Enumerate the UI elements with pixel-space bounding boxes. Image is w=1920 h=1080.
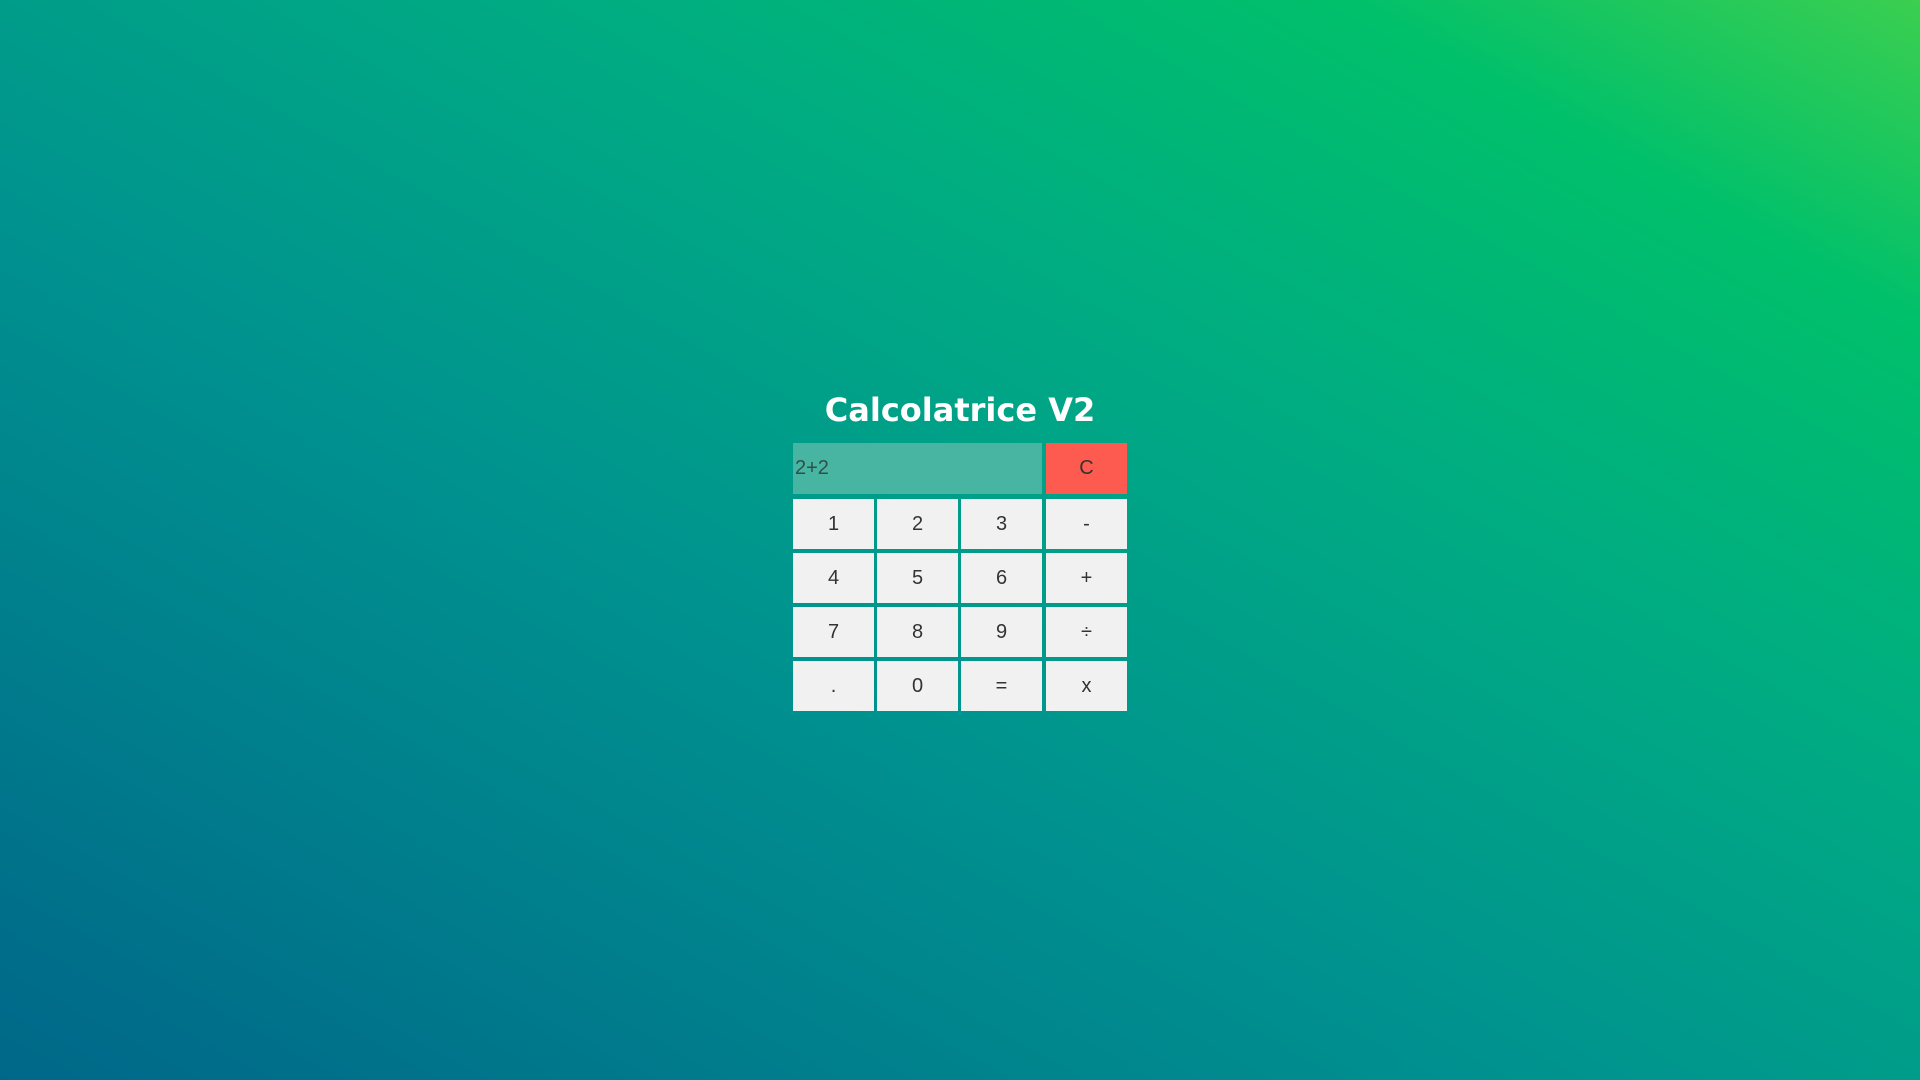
digit-7-button[interactable]: 7 xyxy=(793,607,874,657)
add-button[interactable]: + xyxy=(1046,553,1127,603)
digit-3-button[interactable]: 3 xyxy=(961,499,1042,549)
digit-6-button[interactable]: 6 xyxy=(961,553,1042,603)
calculator-display[interactable] xyxy=(793,443,1042,494)
equals-button[interactable]: = xyxy=(961,661,1042,711)
digit-5-button[interactable]: 5 xyxy=(877,553,958,603)
page-title: Calcolatrice V2 xyxy=(824,391,1096,429)
digit-1-button[interactable]: 1 xyxy=(793,499,874,549)
digit-4-button[interactable]: 4 xyxy=(793,553,874,603)
decimal-button[interactable]: . xyxy=(793,661,874,711)
digit-0-button[interactable]: 0 xyxy=(877,661,958,711)
divide-button[interactable]: ÷ xyxy=(1046,607,1127,657)
clear-button[interactable]: C xyxy=(1046,443,1127,494)
digit-9-button[interactable]: 9 xyxy=(961,607,1042,657)
digit-8-button[interactable]: 8 xyxy=(877,607,958,657)
subtract-button[interactable]: - xyxy=(1046,499,1127,549)
multiply-button[interactable]: x xyxy=(1046,661,1127,711)
page-background: { "page": { "title": "Calcolatrice V2" }… xyxy=(0,0,1920,1080)
calculator: C 1 2 3 - 4 5 6 + 7 8 9 ÷ . 0 = x xyxy=(793,443,1127,712)
digit-2-button[interactable]: 2 xyxy=(877,499,958,549)
